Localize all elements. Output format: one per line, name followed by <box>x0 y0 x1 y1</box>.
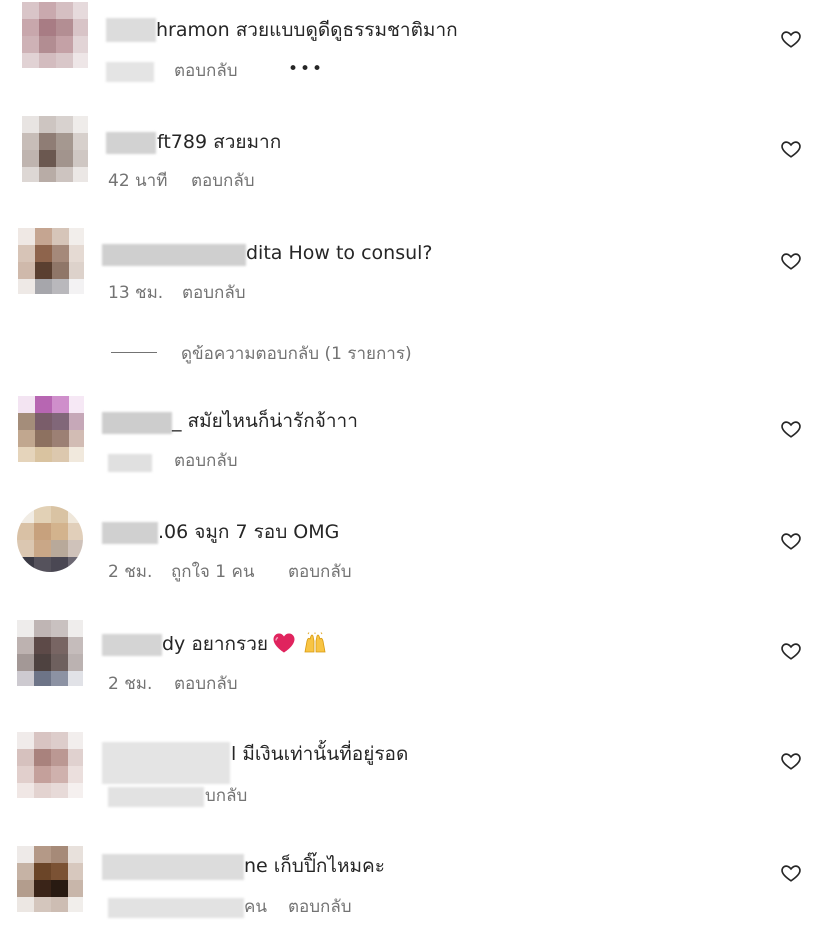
comment-text: ft789 สวยมาก <box>157 131 282 153</box>
comment-text: dy อยากรวย <box>162 632 328 656</box>
reply-link[interactable]: ตอบกลับ <box>182 282 246 304</box>
comment-timestamp: 2 ชม. <box>108 562 153 582</box>
avatar[interactable] <box>22 116 88 182</box>
comment-text: ne เก็บปิ๊กไหมคะ <box>244 855 385 877</box>
heart-emoji <box>273 633 295 653</box>
heart-outline-icon[interactable] <box>780 640 802 662</box>
comment-item: ne เก็บปิ๊กไหมคะ คน ตอบกลับ <box>0 840 820 940</box>
like-count[interactable]: คน <box>244 896 267 918</box>
view-replies-label[interactable]: ดูข้อความตอบกลับ (1 รายการ) <box>181 340 412 367</box>
heart-outline-icon[interactable] <box>780 530 802 552</box>
comment-item: l มีเงินเท่านั้นที่อยู่รอด บกลับ <box>0 728 820 828</box>
heart-outline-icon[interactable] <box>780 750 802 772</box>
raised-hands-emoji <box>304 632 326 653</box>
avatar[interactable] <box>22 2 88 68</box>
avatar[interactable] <box>18 228 84 294</box>
reply-link[interactable]: ตอบกลับ <box>174 450 238 472</box>
more-options-icon[interactable]: ••• <box>288 58 324 80</box>
comment-item: ft789 สวยมาก 42 นาที ตอบกลับ <box>0 112 820 212</box>
comment-item: _ สมัยไหนก็น่ารักจ้าาา ตอบกลับ <box>0 392 820 492</box>
comment-text: dita How to consul? <box>246 242 433 264</box>
heart-outline-icon[interactable] <box>780 28 802 50</box>
comment-text: hramon สวยแบบดูดีดูธรรมชาติมาก <box>156 19 458 41</box>
view-replies-divider <box>111 352 157 353</box>
comment-item: hramon สวยแบบดูดีดูธรรมชาติมาก ตอบกลับ •… <box>0 0 820 100</box>
comment-text: .06 จมูก 7 รอบ OMG <box>158 521 340 543</box>
heart-outline-icon[interactable] <box>780 138 802 160</box>
reply-link[interactable]: ตอบกลับ <box>191 170 255 192</box>
comment-timestamp: 42 นาที <box>108 171 168 191</box>
comment-text: l มีเงินเท่านั้นที่อยู่รอด <box>231 743 409 765</box>
heart-outline-icon[interactable] <box>780 250 802 272</box>
reply-link[interactable]: ตอบกลับ <box>288 896 352 918</box>
like-count[interactable]: ถูกใจ 1 คน <box>171 561 254 583</box>
avatar[interactable] <box>17 620 83 686</box>
comment-item: dita How to consul? 13 ชม. ตอบกลับ <box>0 224 820 324</box>
comment-item: .06 จมูก 7 รอบ OMG 2 ชม. ถูกใจ 1 คน ตอบก… <box>0 504 820 604</box>
reply-link[interactable]: บกลับ <box>205 785 247 807</box>
avatar[interactable] <box>17 732 83 798</box>
reply-link[interactable]: ตอบกลับ <box>174 673 238 695</box>
avatar[interactable] <box>17 506 83 572</box>
comment-timestamp: 2 ชม. <box>108 674 153 694</box>
avatar[interactable] <box>17 846 83 912</box>
comment-text: _ สมัยไหนก็น่ารักจ้าาา <box>172 410 358 432</box>
comment-timestamp: 13 ชม. <box>108 283 164 303</box>
comment-item: dy อยากรวย 2 ชม. ตอบกลับ <box>0 616 820 716</box>
heart-outline-icon[interactable] <box>780 862 802 884</box>
avatar[interactable] <box>18 396 84 462</box>
heart-outline-icon[interactable] <box>780 418 802 440</box>
reply-link[interactable]: ตอบกลับ <box>174 60 238 82</box>
reply-link[interactable]: ตอบกลับ <box>288 561 352 583</box>
